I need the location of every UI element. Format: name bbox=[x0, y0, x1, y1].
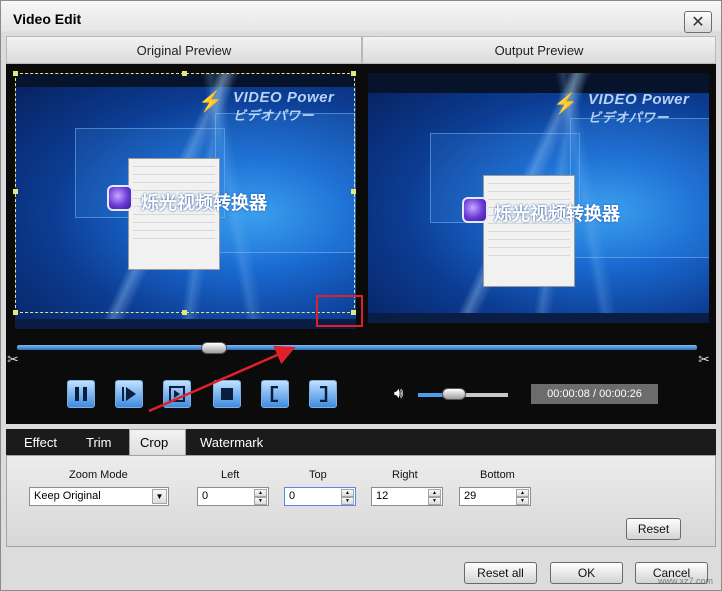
left-value: 0 bbox=[202, 490, 209, 502]
crop-handle-left[interactable] bbox=[13, 189, 18, 194]
trim-start-scissor-icon[interactable]: ✂ bbox=[6, 349, 20, 369]
edit-tabs: Effect Trim Crop Watermark bbox=[6, 429, 716, 455]
zoom-mode-value: Keep Original bbox=[34, 490, 101, 502]
crop-handle-bottom-left[interactable] bbox=[13, 310, 18, 315]
video-edit-dialog: Video Edit ✕ Original Preview Output Pre… bbox=[0, 0, 722, 591]
site-watermark: www.xz7.com bbox=[657, 576, 713, 586]
seek-thumb[interactable] bbox=[201, 342, 228, 354]
crop-handle-top-left[interactable] bbox=[13, 71, 18, 76]
mark-out-button[interactable] bbox=[309, 380, 337, 408]
play-icon bbox=[122, 387, 136, 401]
pause-icon bbox=[75, 387, 87, 401]
bottom-value: 29 bbox=[464, 490, 477, 502]
tab-trim[interactable]: Trim bbox=[76, 429, 122, 455]
mark-in-button[interactable] bbox=[261, 380, 289, 408]
original-preview-header: Original Preview bbox=[6, 36, 362, 64]
bottom-up-icon[interactable]: ▲ bbox=[516, 489, 529, 497]
volume-thumb[interactable] bbox=[442, 388, 466, 400]
stop-icon bbox=[221, 388, 233, 400]
left-label: Left bbox=[221, 469, 240, 481]
highlight-box bbox=[316, 295, 363, 327]
ok-button[interactable]: OK bbox=[550, 562, 623, 584]
trim-end-scissor-icon[interactable]: ✂ bbox=[697, 349, 711, 369]
time-display: 00:00:08 / 00:00:26 bbox=[531, 384, 658, 404]
right-label: Right bbox=[392, 469, 418, 481]
crop-handle-bottom[interactable] bbox=[182, 310, 187, 315]
original-preview-video: ⚡ VIDEO Power ビデオパワー 烁光视频转换器 bbox=[15, 73, 356, 329]
reset-all-button[interactable]: Reset all bbox=[464, 562, 537, 584]
seek-bar[interactable] bbox=[17, 345, 697, 350]
output-app-title: 烁光视频转换器 bbox=[494, 204, 620, 224]
top-stepper[interactable]: 0 ▲ ▼ bbox=[284, 487, 356, 506]
bottom-stepper[interactable]: 29 ▲ ▼ bbox=[459, 487, 531, 506]
bottom-label: Bottom bbox=[480, 469, 515, 481]
next-frame-button[interactable] bbox=[163, 380, 191, 408]
crop-handle-top-right[interactable] bbox=[351, 71, 356, 76]
stop-button[interactable] bbox=[213, 380, 241, 408]
mark-in-icon bbox=[270, 386, 278, 402]
right-down-icon[interactable]: ▼ bbox=[428, 497, 441, 505]
bottom-down-icon[interactable]: ▼ bbox=[516, 497, 529, 505]
close-icon: ✕ bbox=[691, 14, 705, 31]
left-stepper[interactable]: 0 ▲ ▼ bbox=[197, 487, 269, 506]
right-value: 12 bbox=[376, 490, 389, 502]
window-title: Video Edit bbox=[13, 11, 82, 27]
top-down-icon[interactable]: ▼ bbox=[341, 497, 354, 505]
original-app-title: 烁光视频转换器 bbox=[141, 193, 267, 213]
reset-button[interactable]: Reset bbox=[626, 518, 681, 540]
top-label: Top bbox=[309, 469, 327, 481]
output-app-icon bbox=[462, 197, 488, 223]
close-button[interactable]: ✕ bbox=[684, 11, 712, 33]
right-stepper[interactable]: 12 ▲ ▼ bbox=[371, 487, 443, 506]
left-up-icon[interactable]: ▲ bbox=[254, 489, 267, 497]
crop-handle-top[interactable] bbox=[182, 71, 187, 76]
output-watermark-jp: ビデオパワー bbox=[588, 110, 670, 125]
output-watermark-logo-icon: ⚡ bbox=[553, 93, 578, 115]
original-watermark-jp: ビデオパワー bbox=[233, 108, 315, 123]
output-preview-label: Output Preview bbox=[494, 42, 584, 58]
zoom-mode-label: Zoom Mode bbox=[69, 469, 128, 481]
tab-effect[interactable]: Effect bbox=[14, 429, 67, 455]
output-preview-video: ⚡ VIDEO Power ビデオパワー 烁光视频转换器 bbox=[368, 73, 709, 323]
next-frame-icon bbox=[169, 386, 185, 402]
top-up-icon[interactable]: ▲ bbox=[341, 489, 354, 497]
left-down-icon[interactable]: ▼ bbox=[254, 497, 267, 505]
output-watermark-en: VIDEO Power bbox=[588, 91, 690, 108]
play-button[interactable] bbox=[115, 380, 143, 408]
tab-watermark[interactable]: Watermark bbox=[190, 429, 273, 455]
crop-handle-right[interactable] bbox=[351, 189, 356, 194]
tab-crop[interactable]: Crop bbox=[129, 429, 186, 455]
original-preview-label: Original Preview bbox=[136, 42, 232, 58]
watermark-logo-icon: ⚡ bbox=[198, 91, 223, 113]
right-up-icon[interactable]: ▲ bbox=[428, 489, 441, 497]
output-preview-header: Output Preview bbox=[362, 36, 716, 64]
app-icon bbox=[107, 185, 133, 211]
mark-out-icon bbox=[320, 386, 328, 402]
chevron-down-icon[interactable]: ▼ bbox=[152, 489, 167, 504]
zoom-mode-select[interactable]: Keep Original ▼ bbox=[29, 487, 169, 506]
pause-button[interactable] bbox=[67, 380, 95, 408]
top-value: 0 bbox=[289, 490, 296, 502]
original-watermark-en: VIDEO Power bbox=[233, 89, 335, 106]
volume-icon[interactable]: 🔊︎ bbox=[394, 385, 403, 402]
